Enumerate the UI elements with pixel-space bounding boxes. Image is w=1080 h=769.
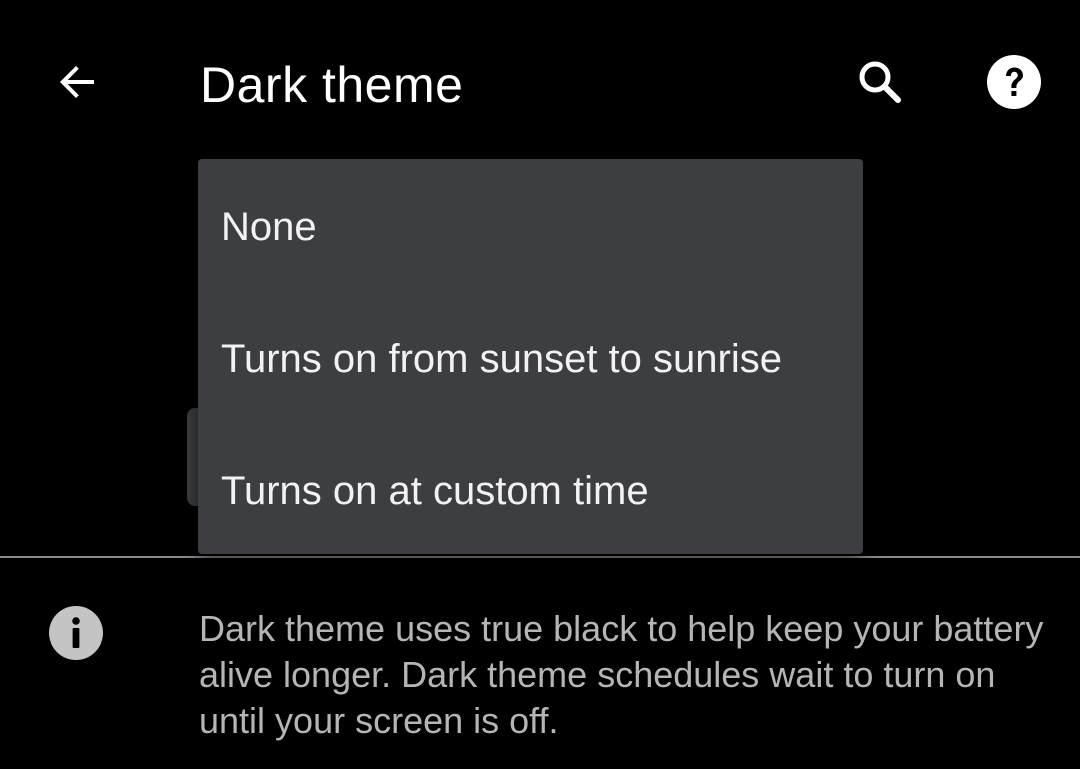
page-title: Dark theme <box>200 57 464 113</box>
screen: Dark theme None Turns on from sunset to … <box>0 0 1080 769</box>
menu-item-label: None <box>221 204 317 249</box>
app-bar: Dark theme <box>0 0 1080 170</box>
info-icon <box>49 606 103 660</box>
arrow-back-icon <box>60 66 94 98</box>
menu-item-custom-time[interactable]: Turns on at custom time <box>198 425 863 557</box>
back-button[interactable] <box>40 44 116 120</box>
menu-item-sunset-to-sunrise[interactable]: Turns on from sunset to sunrise <box>198 293 863 425</box>
menu-item-none[interactable]: None <box>198 161 863 293</box>
info-description: Dark theme uses true black to help keep … <box>199 608 1044 741</box>
menu-item-label: Turns on from sunset to sunrise <box>221 336 782 381</box>
search-button[interactable] <box>842 44 918 120</box>
help-button[interactable] <box>976 44 1052 120</box>
schedule-menu: None Turns on from sunset to sunrise Tur… <box>198 159 863 554</box>
search-icon <box>859 61 901 103</box>
help-icon <box>987 55 1041 109</box>
menu-item-label: Turns on at custom time <box>221 468 649 513</box>
